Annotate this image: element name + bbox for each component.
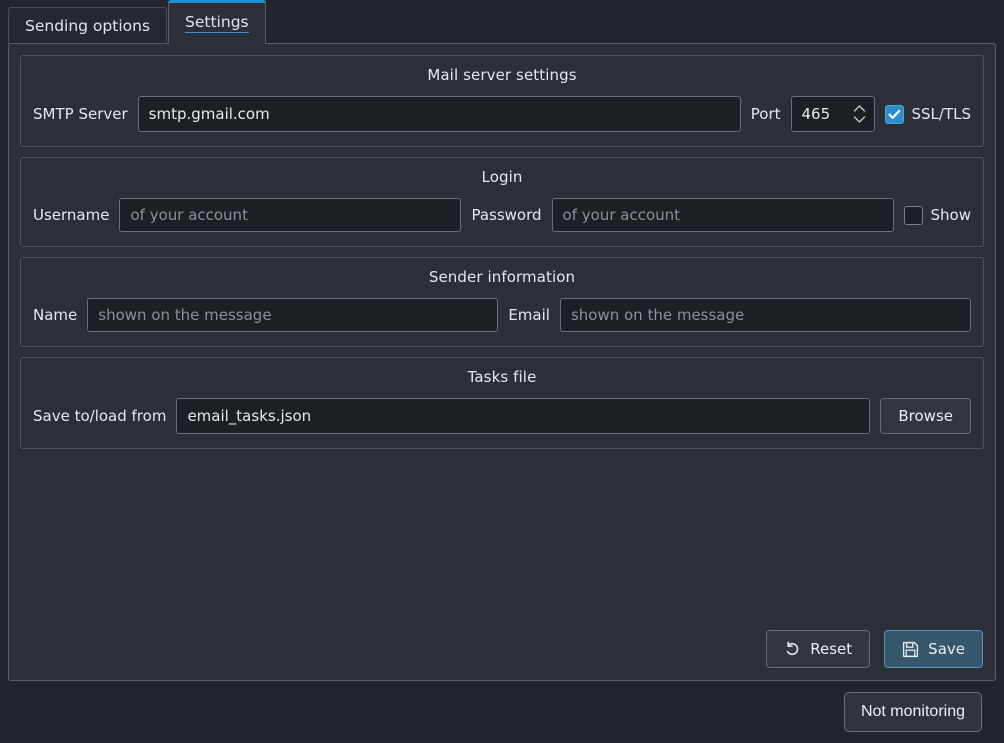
sender-email-input[interactable]: shown on the message	[559, 298, 972, 332]
reset-button-label: Reset	[810, 640, 853, 658]
ssl-tls-checkbox-box[interactable]	[884, 104, 904, 124]
tab-settings[interactable]: Settings	[168, 0, 266, 44]
tasks-file-path-label: Save to/load from	[33, 407, 167, 425]
sender-name-label: Name	[33, 306, 78, 324]
show-password-checkbox-box[interactable]	[903, 205, 923, 225]
smtp-server-label: SMTP Server	[33, 105, 128, 123]
sender-name-placeholder: shown on the message	[98, 306, 272, 324]
action-buttons: Reset Save	[766, 630, 983, 668]
browse-button-label: Browse	[898, 407, 953, 425]
browse-button[interactable]: Browse	[880, 398, 971, 434]
show-password-checkbox[interactable]: Show	[903, 205, 971, 225]
undo-arrow-icon	[787, 641, 799, 655]
tasks-file-path-input[interactable]: email_tasks.json	[176, 398, 871, 434]
group-login: Login Username of your account Password …	[20, 157, 984, 247]
monitoring-status-label: Not monitoring	[860, 703, 965, 720]
chevron-up-icon[interactable]	[853, 105, 866, 113]
tasks-file-row: Save to/load from email_tasks.json Brows…	[33, 398, 971, 434]
chevron-down-icon[interactable]	[853, 116, 866, 124]
smtp-server-value: smtp.gmail.com	[148, 105, 270, 123]
username-placeholder: of your account	[130, 206, 248, 224]
group-title-login: Login	[481, 168, 523, 186]
save-button-label: Save	[928, 640, 965, 658]
tab-sending-options[interactable]: Sending options	[8, 7, 168, 44]
sender-email-label: Email	[508, 306, 550, 324]
password-label: Password	[471, 206, 542, 224]
tab-settings-label: Settings	[185, 12, 249, 33]
tab-bar: Sending options Settings	[0, 0, 1004, 44]
sender-name-input[interactable]: shown on the message	[87, 298, 499, 332]
monitoring-status-button[interactable]: Not monitoring	[843, 692, 982, 732]
group-title-tasks-file: Tasks file	[467, 368, 537, 386]
group-sender-information: Sender information Name shown on the mes…	[20, 257, 984, 347]
port-stepper[interactable]: 465	[790, 96, 875, 132]
port-value: 465	[801, 105, 831, 123]
password-placeholder: of your account	[562, 206, 681, 224]
show-password-label: Show	[930, 206, 971, 224]
floppy-disk-icon	[903, 641, 919, 657]
sender-row: Name shown on the message Email shown on…	[33, 298, 972, 332]
ssl-tls-label: SSL/TLS	[911, 105, 972, 123]
port-stepper-arrows[interactable]	[853, 105, 866, 124]
username-label: Username	[33, 206, 110, 224]
port-label: Port	[750, 105, 781, 123]
reset-button[interactable]: Reset	[766, 630, 871, 668]
username-input[interactable]: of your account	[119, 198, 462, 232]
settings-panel: Mail server settings SMTP Server smtp.gm…	[8, 43, 996, 681]
group-title-mail-server: Mail server settings	[427, 66, 577, 84]
status-bar: Not monitoring	[0, 681, 1004, 743]
check-icon	[887, 109, 900, 119]
mail-server-row: SMTP Server smtp.gmail.com Port 465 SSL/…	[33, 96, 971, 132]
login-row: Username of your account Password of you…	[33, 198, 971, 232]
sender-email-placeholder: shown on the message	[570, 306, 745, 324]
tab-sending-options-label: Sending options	[25, 17, 151, 35]
password-input[interactable]: of your account	[551, 198, 894, 232]
group-tasks-file: Tasks file Save to/load from email_tasks…	[20, 357, 984, 449]
save-button[interactable]: Save	[884, 630, 983, 668]
ssl-tls-checkbox[interactable]: SSL/TLS	[884, 104, 972, 124]
group-title-sender-information: Sender information	[428, 268, 576, 286]
tasks-file-path-value: email_tasks.json	[187, 407, 312, 425]
group-mail-server-settings: Mail server settings SMTP Server smtp.gm…	[20, 55, 984, 147]
smtp-server-input[interactable]: smtp.gmail.com	[137, 96, 741, 132]
